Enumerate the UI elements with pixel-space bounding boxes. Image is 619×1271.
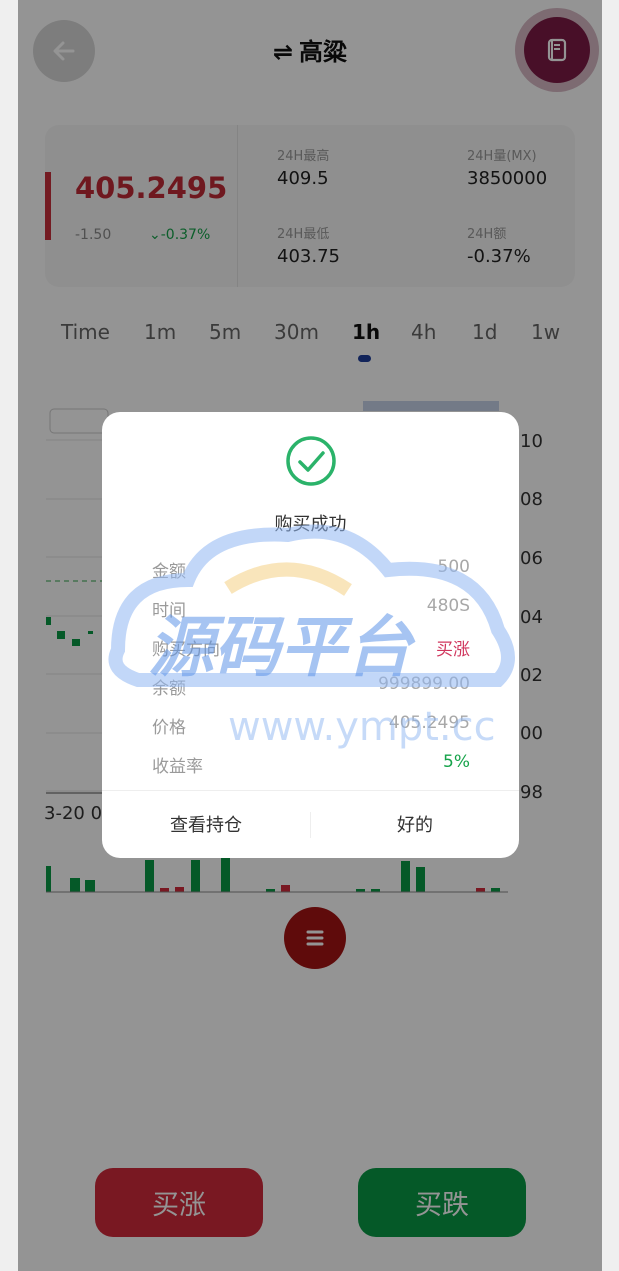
- detail-value: 5%: [443, 752, 470, 772]
- detail-value: 405.2495: [388, 713, 470, 733]
- detail-value: 500: [437, 557, 470, 577]
- detail-label: 金额: [152, 562, 186, 582]
- detail-label: 时间: [152, 601, 186, 621]
- app-screen: ⇌ 高粱 405.2495 -1.50 ⌄-0.37% 24H最高 409.5 2…: [18, 0, 602, 1271]
- purchase-success-dialog: 购买成功 金额 500 时间 480S 购买方向 买涨 余额 999899.00…: [102, 412, 519, 858]
- detail-row-direction: 购买方向 买涨: [152, 635, 470, 661]
- detail-row-balance: 余额 999899.00: [152, 674, 470, 700]
- ok-button[interactable]: 好的: [311, 790, 519, 858]
- detail-value: 480S: [426, 596, 470, 616]
- view-positions-button[interactable]: 查看持仓: [102, 790, 310, 858]
- detail-label: 收益率: [152, 757, 203, 777]
- check-circle-icon: [286, 436, 336, 486]
- detail-label: 余额: [152, 679, 186, 699]
- detail-row-yield: 收益率 5%: [152, 752, 470, 778]
- detail-label: 价格: [152, 718, 186, 738]
- detail-value: 999899.00: [378, 674, 470, 694]
- detail-label: 购买方向: [152, 640, 220, 660]
- detail-row-time: 时间 480S: [152, 596, 470, 622]
- dialog-title: 购买成功: [274, 514, 347, 535]
- detail-value: 买涨: [436, 640, 470, 660]
- detail-row-amount: 金额 500: [152, 557, 470, 583]
- detail-row-price: 价格 405.2495: [152, 713, 470, 739]
